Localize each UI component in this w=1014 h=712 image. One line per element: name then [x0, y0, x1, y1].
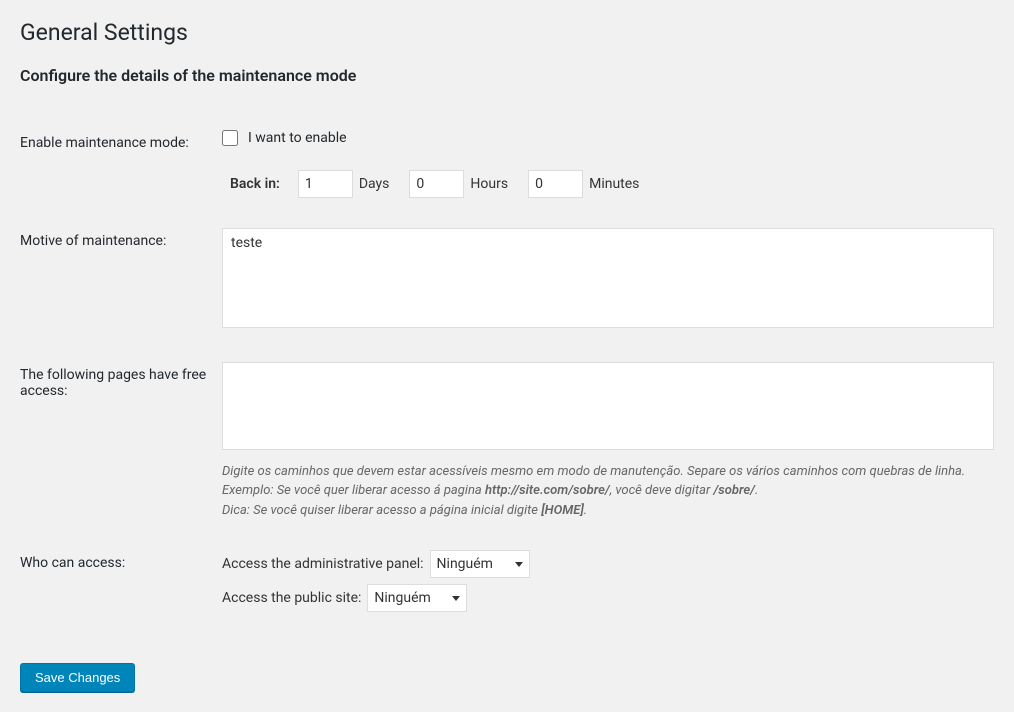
admin-access-label: Access the administrative panel: — [222, 556, 424, 572]
free-access-textarea[interactable] — [222, 362, 994, 450]
enable-mode-label: Enable maintenance mode: — [20, 115, 222, 213]
motive-label: Motive of maintenance: — [20, 213, 222, 347]
enable-checkbox-wrap[interactable]: I want to enable — [222, 130, 347, 146]
motive-textarea[interactable]: teste — [222, 228, 994, 328]
minutes-unit: Minutes — [589, 176, 639, 192]
save-changes-button[interactable]: Save Changes — [20, 663, 135, 692]
public-access-label: Access the public site: — [222, 590, 361, 606]
who-access-label: Who can access: — [20, 535, 222, 633]
enable-checkbox[interactable] — [222, 130, 238, 146]
days-input[interactable] — [298, 170, 353, 198]
hours-unit: Hours — [470, 176, 508, 192]
days-unit: Days — [359, 176, 390, 192]
page-title: General Settings — [20, 18, 994, 48]
enable-checkbox-label: I want to enable — [248, 130, 347, 146]
admin-access-select[interactable]: Ninguém — [430, 550, 530, 578]
minutes-input[interactable] — [528, 170, 583, 198]
free-access-hint: Digite os caminhos que devem estar acess… — [222, 462, 994, 521]
free-access-label: The following pages have free access: — [20, 347, 222, 536]
hours-input[interactable] — [409, 170, 464, 198]
page-subtitle: Configure the details of the maintenance… — [20, 66, 994, 85]
public-access-select[interactable]: Ninguém — [367, 584, 467, 612]
back-in-label: Back in: — [230, 176, 280, 192]
